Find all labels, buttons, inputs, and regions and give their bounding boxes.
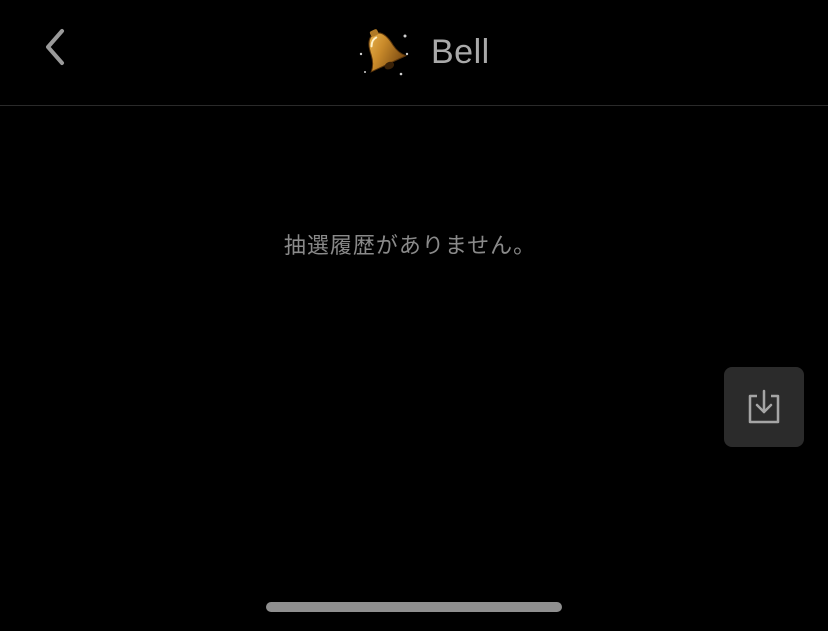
page-title: Bell (431, 32, 490, 71)
download-tray-icon (748, 389, 780, 424)
home-indicator[interactable] (266, 602, 562, 612)
bell-icon (359, 29, 409, 76)
download-button[interactable] (724, 367, 804, 447)
chevron-left-icon (46, 29, 64, 65)
empty-state-message: 抽選履歴がありません。 (283, 234, 537, 259)
screen: Bell 抽選履歴がありません。 (0, 0, 828, 631)
header-title-group: Bell (355, 22, 490, 82)
back-button[interactable] (30, 20, 80, 74)
header-bar: Bell (0, 0, 828, 106)
